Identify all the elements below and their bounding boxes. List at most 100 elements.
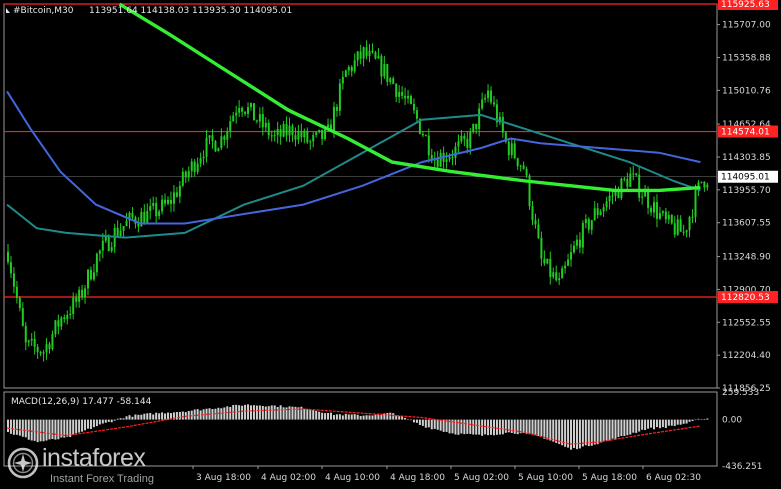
candle-body: [244, 111, 247, 114]
candle-body: [229, 121, 232, 132]
macd-histogram-bar: [87, 419, 90, 429]
candle-body: [410, 95, 413, 104]
candle-body: [584, 219, 587, 224]
macd-histogram-bar: [107, 419, 110, 422]
macd-histogram-bar: [42, 419, 45, 442]
macd-histogram-bar: [303, 408, 306, 420]
current-price-label: 114095.01: [721, 173, 770, 183]
candle-body: [341, 76, 344, 84]
candle-body: [490, 90, 493, 103]
macd-histogram-bar: [457, 419, 460, 435]
candle-body: [122, 226, 125, 231]
macd-histogram-bar: [161, 412, 164, 420]
candle-body: [264, 122, 267, 128]
macd-histogram-bar: [528, 419, 531, 435]
macd-histogram-bar: [193, 409, 196, 420]
candle-body: [208, 135, 211, 138]
candle-body: [543, 258, 546, 264]
macd-histogram-bar: [312, 410, 315, 420]
candle-body: [546, 258, 549, 264]
candle-body: [424, 135, 427, 137]
candle-body: [72, 297, 75, 314]
candle-body: [95, 253, 98, 273]
macd-histogram-bar: [599, 419, 602, 443]
candle-body: [653, 202, 656, 213]
candle-body: [439, 152, 442, 167]
macd-histogram-bar: [635, 419, 638, 433]
candle-body: [448, 157, 451, 160]
candle-body: [377, 56, 380, 59]
macd-histogram-bar: [98, 419, 101, 425]
candle-body: [321, 129, 324, 140]
candle-body: [356, 51, 359, 61]
macd-histogram-bar: [261, 405, 264, 420]
macd-histogram-bar: [54, 419, 57, 440]
macd-histogram-bar: [516, 419, 519, 435]
instaforex-logo: instaforex Instant Forex Trading: [6, 444, 196, 486]
candle-body: [694, 190, 697, 217]
candle-body: [226, 131, 229, 140]
macd-histogram-bar: [469, 419, 472, 434]
candle-body: [81, 289, 84, 298]
candle-body: [673, 223, 676, 235]
macd-histogram-bar: [549, 419, 552, 441]
macd-histogram-bar: [119, 418, 122, 420]
candle-body: [258, 113, 261, 122]
candle-body: [703, 181, 706, 188]
macd-histogram-bar: [682, 419, 685, 424]
candle-body: [670, 214, 673, 224]
candle-body: [199, 158, 202, 164]
macd-histogram-bar: [442, 419, 445, 432]
candle-body: [116, 227, 119, 236]
macd-histogram-bar: [534, 419, 537, 436]
macd-histogram-bar: [196, 409, 199, 420]
candle-body: [12, 273, 15, 287]
macd-histogram-bar: [537, 419, 540, 437]
candle-body: [460, 135, 463, 142]
macd-histogram-bar: [344, 413, 347, 420]
macd-histogram-bar: [513, 419, 516, 434]
macd-histogram-bar: [433, 419, 436, 429]
candle-body: [398, 92, 401, 97]
price-tick-label: 114303.85: [722, 153, 771, 163]
candle-body: [223, 136, 226, 140]
candle-body: [255, 120, 258, 122]
macd-histogram-bar: [276, 406, 279, 420]
candle-body: [412, 103, 415, 111]
macd-tick-label: -436.251: [722, 462, 762, 472]
candle-body: [641, 196, 644, 198]
candle-body: [87, 269, 90, 289]
candle-body: [436, 159, 439, 167]
candle-body: [575, 239, 578, 246]
macd-histogram-bar: [359, 415, 362, 420]
price-tick-label: 113248.90: [722, 253, 771, 263]
macd-histogram-bar: [324, 413, 327, 420]
macd-histogram-bar: [321, 412, 324, 420]
candle-body: [282, 123, 285, 137]
candle-body: [664, 211, 667, 220]
macd-histogram-bar: [264, 406, 267, 420]
candle-body: [581, 223, 584, 248]
candle-body: [454, 146, 457, 158]
macd-histogram-bar: [101, 419, 104, 424]
candle-body: [315, 132, 318, 135]
candle-body: [294, 135, 297, 140]
candle-body: [688, 216, 691, 231]
candle-body: [706, 184, 709, 188]
macd-histogram-bar: [543, 419, 546, 439]
macd-histogram-bar: [252, 405, 255, 420]
macd-histogram-bar: [335, 414, 338, 420]
price-tick-label: 112204.40: [722, 351, 771, 361]
macd-histogram-bar: [152, 414, 155, 420]
macd-histogram-bar: [315, 410, 318, 420]
macd-histogram-bar: [658, 419, 661, 429]
candle-body: [445, 159, 448, 162]
macd-histogram-bar: [350, 414, 353, 420]
candle-body: [158, 211, 161, 217]
macd-histogram-bar: [670, 419, 673, 426]
macd-histogram-bar: [30, 419, 33, 441]
candle-body: [679, 219, 682, 232]
macd-histogram-bar: [676, 419, 679, 425]
candle-body: [18, 298, 21, 309]
candle-body: [368, 50, 371, 56]
